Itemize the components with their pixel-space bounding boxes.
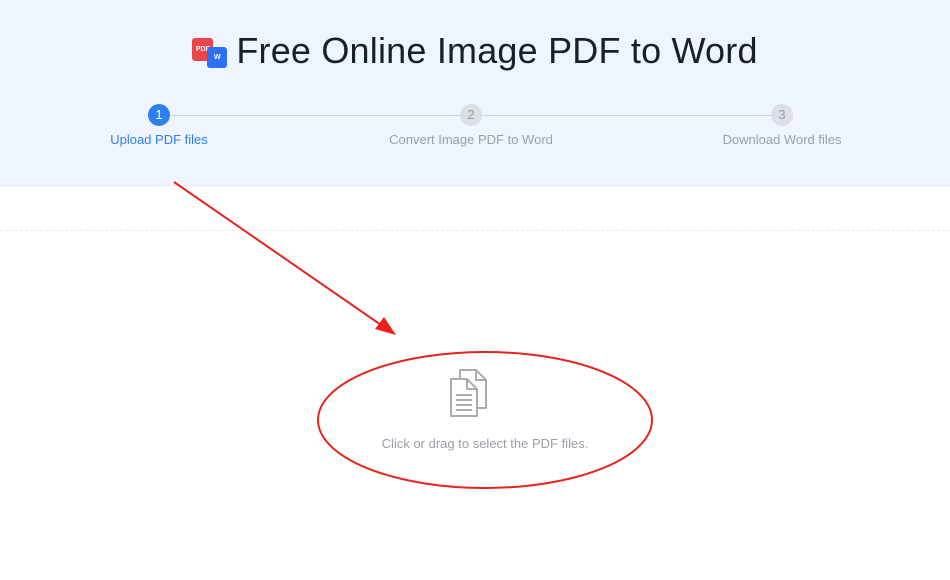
step-download: 3 Download Word files <box>672 104 892 147</box>
documents-icon <box>450 369 487 417</box>
annotation-arrow-line <box>173 181 385 328</box>
step-number-2: 2 <box>460 104 482 126</box>
step-number-3: 3 <box>771 104 793 126</box>
file-drop-zone[interactable]: Click or drag to select the PDF files. <box>318 352 652 488</box>
page-title: Free Online Image PDF to Word <box>236 30 758 71</box>
title-row: PDF W Free Online Image PDF to Word <box>0 30 950 72</box>
step-label-upload: Upload PDF files <box>110 132 208 147</box>
logo-word-badge: W <box>207 47 228 68</box>
step-label-convert: Convert Image PDF to Word <box>389 132 553 147</box>
step-convert: 2 Convert Image PDF to Word <box>361 104 581 147</box>
stepper: 1 Upload PDF files 2 Convert Image PDF t… <box>0 104 950 154</box>
drop-hint-text: Click or drag to select the PDF files. <box>381 436 589 451</box>
upload-area-border <box>0 230 950 231</box>
step-label-download: Download Word files <box>722 132 842 147</box>
step-number-1: 1 <box>148 104 170 126</box>
pdf-to-word-logo-icon: PDF W <box>192 34 228 68</box>
page: PDF W Free Online Image PDF to Word 1 Up… <box>0 0 950 580</box>
step-upload: 1 Upload PDF files <box>49 104 269 147</box>
annotation-arrowhead-icon <box>375 317 396 335</box>
header: PDF W Free Online Image PDF to Word 1 Up… <box>0 0 950 186</box>
